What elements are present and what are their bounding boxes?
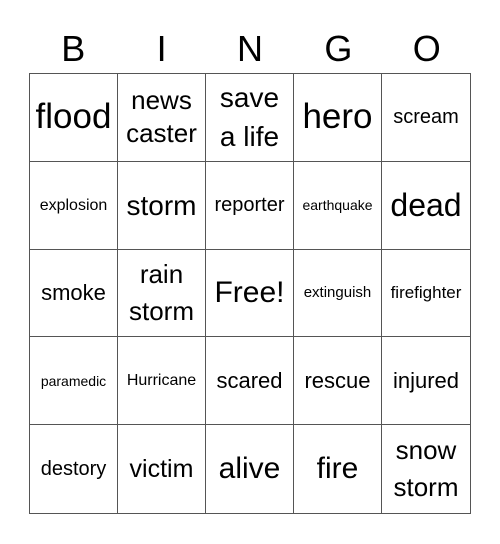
cell-text: rain storm xyxy=(129,258,194,326)
cell-text: fire xyxy=(316,452,359,486)
bingo-cell[interactable]: injured xyxy=(382,337,470,426)
cell-text: extinguish xyxy=(303,283,372,301)
bingo-cell[interactable]: destory xyxy=(30,425,118,513)
bingo-cell[interactable]: Hurricane xyxy=(118,337,206,426)
bingo-cell[interactable]: explosion xyxy=(30,161,118,250)
cell-text: explosion xyxy=(39,196,108,214)
bingo-cell[interactable]: news caster xyxy=(118,74,206,162)
bingo-header: B I N G O xyxy=(29,26,471,72)
cell-text: rescue xyxy=(304,367,371,393)
cell-text: scream xyxy=(393,106,459,129)
bingo-cell[interactable]: firefighter xyxy=(382,250,470,338)
bingo-cell[interactable]: snow storm xyxy=(382,425,470,513)
bingo-cell[interactable]: save a life xyxy=(206,74,294,162)
bingo-cell[interactable]: scared xyxy=(206,337,294,426)
bingo-cell[interactable]: storm xyxy=(118,161,206,250)
bingo-cell[interactable]: rescue xyxy=(294,337,382,426)
bingo-cell[interactable]: paramedic xyxy=(30,337,118,426)
header-letter-n: N xyxy=(236,28,263,69)
cell-text: dead xyxy=(390,187,462,224)
bingo-board: flood news caster save a life hero screa… xyxy=(29,73,471,514)
bingo-cell[interactable]: scream xyxy=(382,74,470,162)
bingo-cell[interactable]: rain storm xyxy=(118,249,206,338)
header-letter-i: I xyxy=(156,28,167,69)
cell-text: storm xyxy=(126,189,197,221)
bingo-cell[interactable]: extinguish xyxy=(294,249,382,338)
bingo-cell[interactable]: fire xyxy=(294,425,382,513)
cell-text: firefighter xyxy=(390,282,462,302)
bingo-cell[interactable]: hero xyxy=(294,74,382,162)
cell-text: snow storm xyxy=(393,435,459,503)
cell-text: reporter xyxy=(214,194,285,217)
free-space[interactable]: Free! xyxy=(206,249,294,338)
header-letter-g: G xyxy=(324,28,353,69)
cell-text: destory xyxy=(40,458,107,481)
cell-text: earthquake xyxy=(302,197,373,214)
bingo-cell[interactable]: smoke xyxy=(30,249,118,338)
cell-text: hero xyxy=(302,97,373,137)
cell-text: save a life xyxy=(219,82,280,153)
cell-text: victim xyxy=(129,454,194,483)
cell-text: paramedic xyxy=(40,372,107,389)
cell-text: Hurricane xyxy=(126,372,197,390)
cell-text: scared xyxy=(216,367,283,393)
bingo-cell[interactable]: flood xyxy=(30,74,118,162)
cell-text: injured xyxy=(392,367,460,393)
bingo-cell[interactable]: reporter xyxy=(206,161,294,250)
cell-text: smoke xyxy=(41,279,106,305)
bingo-cell[interactable]: earthquake xyxy=(294,161,382,250)
cell-text: alive xyxy=(218,452,281,486)
bingo-cell[interactable]: victim xyxy=(118,425,206,513)
header-letter-o: O xyxy=(412,28,441,69)
bingo-cell[interactable]: alive xyxy=(206,425,294,513)
bingo-cell[interactable]: dead xyxy=(382,162,470,250)
cell-text: Free! xyxy=(214,275,285,309)
header-letter-b: B xyxy=(61,28,86,69)
cell-text: flood xyxy=(35,97,112,137)
cell-text: news caster xyxy=(126,85,197,149)
